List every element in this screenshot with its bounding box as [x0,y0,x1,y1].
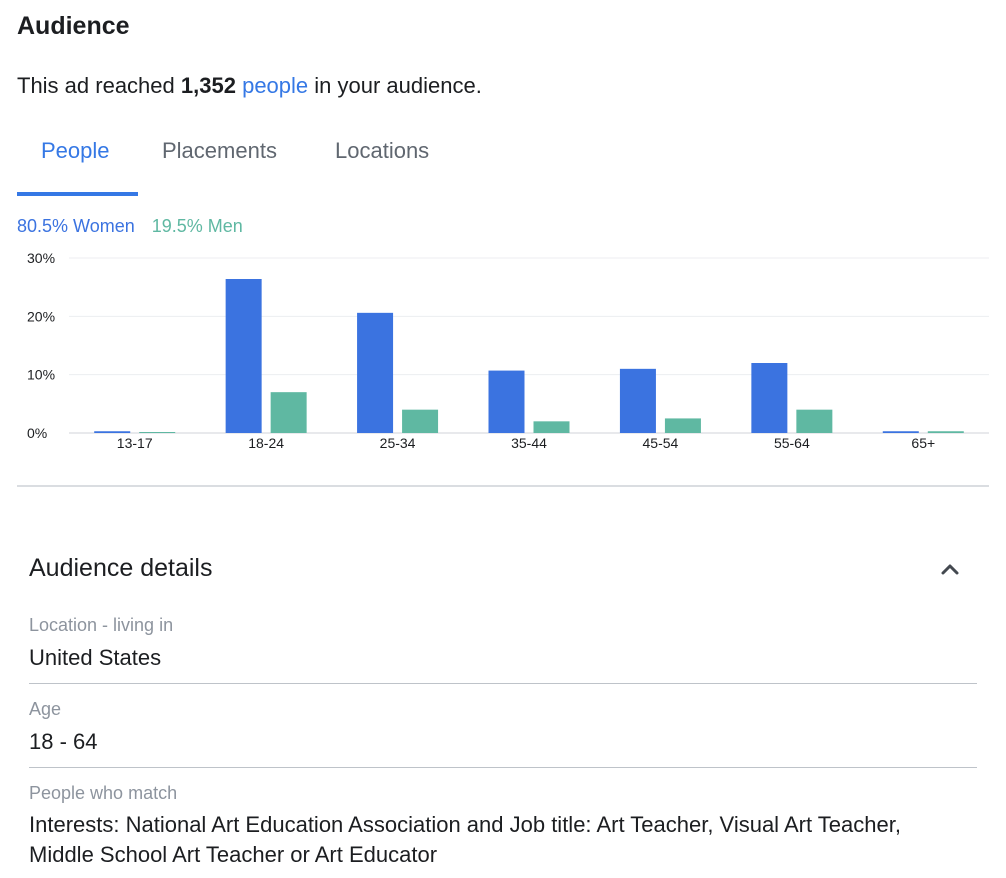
bar-men-55-64[interactable] [796,409,833,433]
people-who-match-value: Interests: National Art Education Associ… [29,812,901,867]
y-tick-label: 10% [27,367,55,383]
bar-women-18-24[interactable] [225,279,262,433]
reach-prefix: This ad reached [17,73,175,98]
legend-men: 19.5% Men [151,216,243,236]
bar-men-13-17[interactable] [139,432,176,433]
x-tick-label: 45-54 [643,435,679,451]
audience-details-title: Audience details [29,554,213,582]
x-tick-label: 65+ [911,435,935,451]
x-tick-label: 35-44 [511,435,547,451]
tab-people[interactable]: People [41,138,110,164]
field-divider [29,683,977,684]
active-tab-indicator [17,192,138,196]
y-tick-label: 30% [27,250,55,266]
y-tick-label: 0% [27,425,47,441]
x-tick-label: 55-64 [774,435,810,451]
bar-men-35-44[interactable] [533,421,570,433]
reach-summary: This ad reached 1,352 people in your aud… [17,73,482,99]
y-tick-label: 20% [27,308,55,324]
tab-placements[interactable]: Placements [162,138,277,164]
age-gender-bar-chart: 0% 10% 20% 30% 13-17 18-24 25-34 35-44 45-54 55-6… [27,250,989,451]
location-value: United States [29,645,162,670]
legend-women: 80.5% Women [17,216,135,236]
field-divider [29,767,977,768]
x-tick-label: 25-34 [380,435,416,451]
age-label: Age [29,699,62,719]
bar-men-65+[interactable] [927,431,964,433]
people-who-match-label: People who match [29,783,178,803]
people-link[interactable]: people [242,73,308,98]
gender-legend: 80.5% Women 19.5% Men [17,216,243,237]
chevron-up-icon[interactable] [936,555,964,583]
reach-count: 1,352 [180,73,236,98]
audience-tabs: People Placements Locations [17,130,989,196]
age-value: 18 - 64 [29,729,98,754]
bar-women-45-54[interactable] [619,368,656,433]
x-tick-label: 13-17 [117,435,153,451]
page-title: Audience [17,12,130,40]
bar-women-55-64[interactable] [751,363,788,433]
bar-men-25-34[interactable] [402,409,439,433]
x-tick-label: 18-24 [248,435,284,451]
bar-women-35-44[interactable] [488,370,525,433]
location-label: Location - living in [29,615,174,635]
tab-locations[interactable]: Locations [335,138,429,164]
bar-women-65+[interactable] [882,431,919,433]
bar-women-25-34[interactable] [357,312,394,433]
bar-women-13-17[interactable] [94,431,131,433]
reach-suffix: in your audience. [314,73,482,98]
bar-men-18-24[interactable] [270,392,307,433]
section-divider [17,485,989,487]
bar-men-45-54[interactable] [664,418,701,433]
